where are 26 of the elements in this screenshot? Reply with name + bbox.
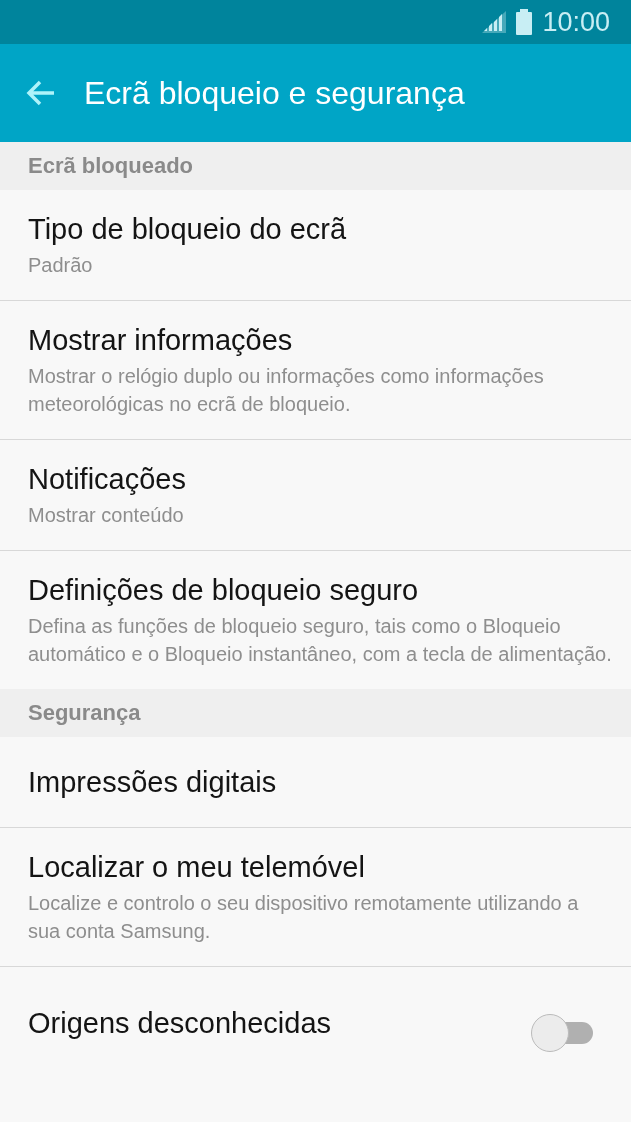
toggle-switch[interactable] [531, 1014, 595, 1052]
item-subtitle: Mostrar conteúdo [28, 503, 185, 528]
item-title: Notificações [28, 462, 186, 497]
settings-item[interactable]: Tipo de bloqueio do ecrã Padrão [0, 190, 631, 300]
settings-item[interactable]: Impressões digitais [0, 737, 631, 827]
section-title: Segurança [28, 700, 141, 726]
settings-item[interactable]: Localizar o meu telemóvel Localize e controlo o seu dispositivo remotamente utilizando a sua conta Samsung. [0, 827, 631, 966]
back-button[interactable] [26, 80, 56, 106]
settings-item[interactable]: Origens desconhecidas [0, 966, 631, 1079]
section-title: Ecrã bloqueado [28, 153, 194, 179]
item-subtitle: Mostrar o relógio duplo ou informações como informações meteorológicas no ecrã de bloqueio. [28, 364, 545, 417]
signal-icon [482, 11, 507, 33]
item-title: Mostrar informações [28, 323, 294, 358]
item-title: Definições de bloqueio seguro [28, 573, 420, 608]
status-time: 10:00 [542, 6, 610, 38]
battery-icon [516, 9, 533, 35]
item-subtitle: Defina as funções de bloqueio seguro, tais como o Bloqueio automático e o Bloqueio instantâneo, com a tecla de alimentação. [28, 614, 613, 667]
item-subtitle: Localize e controlo o seu dispositivo remotamente utilizando a sua conta Samsung. [28, 891, 580, 944]
item-title: Origens desconhecidas [28, 1006, 332, 1041]
item-title: Localizar o meu telemóvel [28, 850, 366, 885]
item-subtitle: Padrão [28, 253, 94, 278]
settings-item[interactable]: Notificações Mostrar conteúdo [0, 439, 631, 550]
settings-item[interactable]: Mostrar informações Mostrar o relógio duplo ou informações como informações meteorológicas no ecrã de bloqueio. [0, 300, 631, 439]
item-title: Tipo de bloqueio do ecrã [28, 212, 347, 247]
item-title: Impressões digitais [28, 765, 277, 800]
screen-title: Ecrã bloqueio e segurança [84, 74, 465, 112]
